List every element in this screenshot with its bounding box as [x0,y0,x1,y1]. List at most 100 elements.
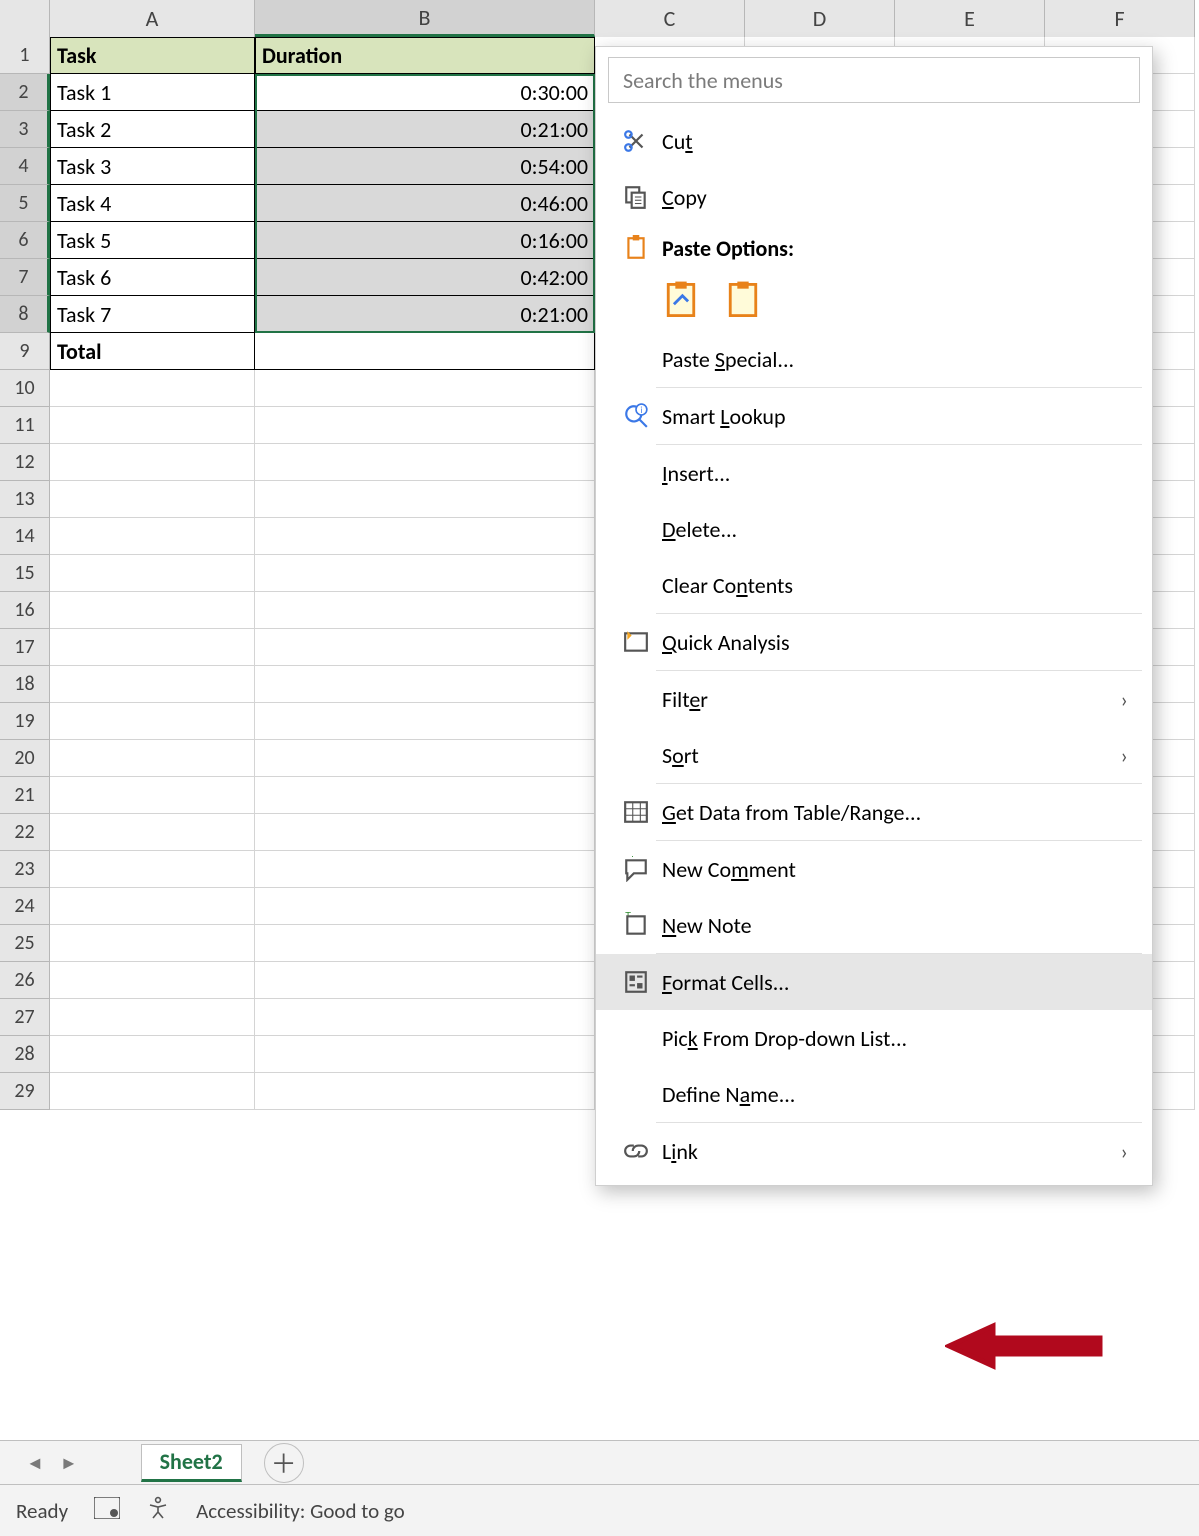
row-header-21[interactable]: 21 [0,777,50,814]
cell-A19[interactable] [50,703,255,740]
menu-get-data[interactable]: Get Data from Table/Range... [596,784,1152,840]
sheet-nav-prev-icon[interactable]: ◄ [18,1452,52,1474]
cell-B23[interactable] [255,851,595,888]
menu-insert[interactable]: Insert... [596,445,1152,501]
cell-B19[interactable] [255,703,595,740]
row-header-22[interactable]: 22 [0,814,50,851]
sheet-nav-next-icon[interactable]: ► [52,1452,86,1474]
row-header-26[interactable]: 26 [0,962,50,999]
row-header-8[interactable]: 8 [0,296,50,333]
cell-A21[interactable] [50,777,255,814]
row-header-4[interactable]: 4 [0,148,50,185]
menu-new-note[interactable]: + New Note [596,897,1152,953]
cell-B21[interactable] [255,777,595,814]
row-header-29[interactable]: 29 [0,1073,50,1110]
cell-A13[interactable] [50,481,255,518]
paste-option-default[interactable] [660,279,702,321]
cell-B16[interactable] [255,592,595,629]
cell-A29[interactable] [50,1073,255,1110]
cell-A12[interactable] [50,444,255,481]
row-header-5[interactable]: 5 [0,185,50,222]
row-header-6[interactable]: 6 [0,222,50,259]
cell-B12[interactable] [255,444,595,481]
cell-A8[interactable]: Task 7 [50,296,255,333]
cell-A20[interactable] [50,740,255,777]
row-header-3[interactable]: 3 [0,111,50,148]
cell-A3[interactable]: Task 2 [50,111,255,148]
cell-B28[interactable] [255,1036,595,1073]
col-header-B[interactable]: B [255,0,595,37]
accessibility-icon[interactable] [146,1496,170,1526]
cell-A5[interactable]: Task 4 [50,185,255,222]
add-sheet-button[interactable]: ＋ [264,1443,304,1483]
row-header-9[interactable]: 9 [0,333,50,370]
cell-A16[interactable] [50,592,255,629]
menu-sort[interactable]: Sort › [596,727,1152,783]
cell-A17[interactable] [50,629,255,666]
cell-A9[interactable]: Total [50,333,255,370]
cell-B9[interactable] [255,333,595,370]
cell-A1[interactable]: Task [50,37,255,74]
col-header-A[interactable]: A [50,0,255,37]
menu-quick-analysis[interactable]: Quick Analysis [596,614,1152,670]
row-header-12[interactable]: 12 [0,444,50,481]
row-header-14[interactable]: 14 [0,518,50,555]
cell-A25[interactable] [50,925,255,962]
row-header-17[interactable]: 17 [0,629,50,666]
menu-paste-special[interactable]: Paste Special... [596,331,1152,387]
cell-A24[interactable] [50,888,255,925]
row-header-15[interactable]: 15 [0,555,50,592]
menu-link[interactable]: Link › [596,1123,1152,1179]
cell-A14[interactable] [50,518,255,555]
menu-delete[interactable]: Delete... [596,501,1152,557]
row-header-2[interactable]: 2 [0,74,50,111]
cell-A4[interactable]: Task 3 [50,148,255,185]
menu-format-cells[interactable]: Format Cells... [596,954,1152,1010]
macro-record-icon[interactable] [94,1497,120,1525]
row-header-24[interactable]: 24 [0,888,50,925]
row-header-20[interactable]: 20 [0,740,50,777]
row-header-18[interactable]: 18 [0,666,50,703]
menu-search-input[interactable]: Search the menus [608,57,1140,103]
menu-filter[interactable]: Filter › [596,671,1152,727]
cell-A27[interactable] [50,999,255,1036]
cell-A6[interactable]: Task 5 [50,222,255,259]
cell-B18[interactable] [255,666,595,703]
row-header-19[interactable]: 19 [0,703,50,740]
cell-B25[interactable] [255,925,595,962]
cell-B1[interactable]: Duration [255,37,595,74]
cell-A28[interactable] [50,1036,255,1073]
row-header-23[interactable]: 23 [0,851,50,888]
row-header-25[interactable]: 25 [0,925,50,962]
cell-A15[interactable] [50,555,255,592]
row-header-1[interactable]: 1 [0,37,50,74]
menu-clear-contents[interactable]: Clear Contents [596,557,1152,613]
cell-B17[interactable] [255,629,595,666]
cell-A7[interactable]: Task 6 [50,259,255,296]
cell-A10[interactable] [50,370,255,407]
row-header-11[interactable]: 11 [0,407,50,444]
cell-A2[interactable]: Task 1 [50,74,255,111]
cell-B24[interactable] [255,888,595,925]
menu-smart-lookup[interactable]: i Smart Lookup [596,388,1152,444]
menu-copy[interactable]: Copy [596,169,1152,225]
cell-A11[interactable] [50,407,255,444]
cell-B14[interactable] [255,518,595,555]
sheet-tab-active[interactable]: Sheet2 [141,1444,242,1482]
cell-A23[interactable] [50,851,255,888]
row-header-13[interactable]: 13 [0,481,50,518]
cell-B13[interactable] [255,481,595,518]
row-header-7[interactable]: 7 [0,259,50,296]
col-header-F[interactable]: F [1045,0,1195,37]
menu-define-name[interactable]: Define Name... [596,1066,1152,1122]
menu-new-comment[interactable]: + New Comment [596,841,1152,897]
col-header-D[interactable]: D [745,0,895,37]
paste-option-values[interactable] [722,279,764,321]
menu-cut[interactable]: Cut [596,113,1152,169]
cell-B26[interactable] [255,962,595,999]
select-all-corner[interactable] [0,0,50,37]
row-header-16[interactable]: 16 [0,592,50,629]
row-header-27[interactable]: 27 [0,999,50,1036]
cell-A26[interactable] [50,962,255,999]
cell-A22[interactable] [50,814,255,851]
